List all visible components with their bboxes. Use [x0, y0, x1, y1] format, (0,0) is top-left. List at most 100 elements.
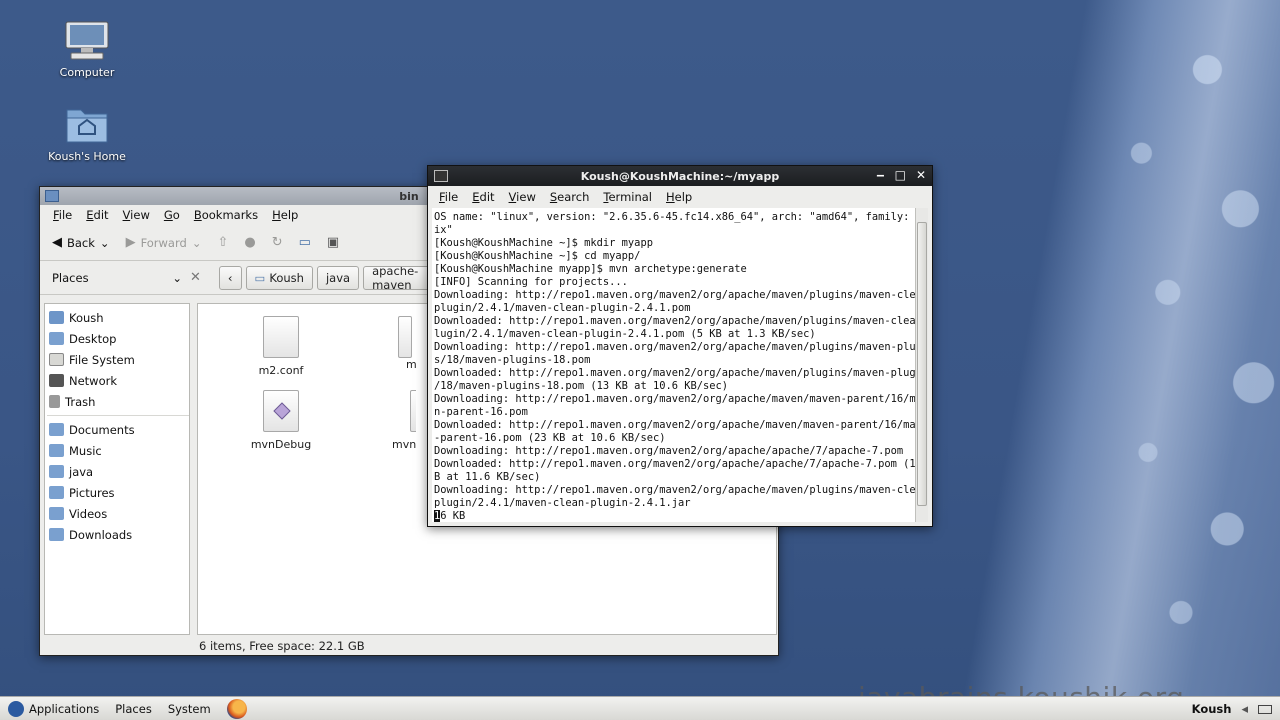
sidebar-item-music[interactable]: Music	[45, 440, 189, 461]
sidebar-item-file-system[interactable]: File System	[45, 349, 189, 370]
places-menu[interactable]: Places	[107, 702, 160, 716]
terminal-output[interactable]: OS name: "linux", version: "2.6.35.6-45.…	[432, 208, 916, 522]
menu-go[interactable]: Go	[157, 208, 187, 222]
close-icon[interactable]: ✕	[916, 168, 926, 182]
file-label: mvnD	[392, 438, 416, 451]
volume-icon[interactable]: ◂	[1241, 702, 1248, 717]
terminal-line: plugin/2.4.1/maven-clean-plugin-2.4.1.po…	[434, 302, 691, 314]
minimize-icon[interactable]: ‒	[876, 168, 884, 182]
back-arrow-icon: ◀	[52, 235, 62, 250]
system-label: System	[167, 701, 211, 716]
menu-help[interactable]: Help	[265, 208, 305, 222]
computer-button[interactable]: ▣	[321, 231, 345, 254]
up-arrow-icon: ⇧	[217, 235, 229, 250]
forward-button[interactable]: ▶ Forward ⌄	[120, 231, 208, 254]
sidebar-item-label: Network	[69, 373, 118, 388]
back-label: Back	[67, 235, 95, 250]
breadcrumb-label: java	[325, 270, 351, 285]
chevron-down-icon: ⌄	[172, 270, 182, 285]
terminal-line: Downloaded: http://repo1.maven.org/maven…	[434, 419, 916, 431]
chevron-left-icon: ‹	[227, 270, 233, 285]
fedora-logo-icon	[8, 700, 24, 717]
stop-button[interactable]: ●	[238, 231, 261, 254]
text-file-icon	[410, 390, 416, 432]
desktop-icon-label: Computer	[59, 66, 115, 79]
terminal-line: 16 KB	[434, 510, 914, 522]
sidebar-item-label: Videos	[69, 506, 108, 521]
home-folder-icon: ▭	[254, 270, 266, 285]
terminal-titlebar[interactable]: Koush@KoushMachine:~/myapp ‒ □ ✕	[428, 166, 932, 186]
battery-icon[interactable]	[1258, 704, 1272, 714]
sidebar-item-java[interactable]: java	[45, 461, 189, 482]
sidebar-item-koush[interactable]: Koush	[45, 307, 189, 328]
menu-help[interactable]: Help	[659, 190, 699, 204]
sidebar-item-label: Pictures	[69, 485, 115, 500]
terminal-line: plugin/2.4.1/maven-clean-plugin-2.4.1.ja…	[434, 497, 691, 509]
file-label: mvnDebug	[250, 438, 312, 451]
file-item[interactable]: m2.conf	[241, 316, 321, 377]
menu-view[interactable]: View	[502, 190, 543, 204]
wallpaper-bubbles	[950, 0, 1280, 696]
folder-icon	[49, 444, 64, 457]
sidebar-item-downloads[interactable]: Downloads	[45, 524, 189, 545]
breadcrumb-java[interactable]: java	[316, 265, 360, 290]
terminal-line: OS name: "linux", version: "2.6.35.6-45.…	[434, 211, 916, 223]
applications-menu[interactable]: Applications	[0, 700, 107, 717]
up-button[interactable]: ⇧	[211, 231, 234, 254]
breadcrumb-back-button[interactable]: ‹	[218, 265, 242, 290]
sidebar-item-label: Koush	[69, 310, 104, 325]
file-item[interactable]: mvnDebug	[241, 390, 321, 451]
places-label: Places	[115, 701, 152, 716]
terminal-menubar: File Edit View Search Terminal Help	[428, 186, 932, 208]
terminal-scrollbar[interactable]	[915, 208, 928, 522]
sidebar-item-desktop[interactable]: Desktop	[45, 328, 189, 349]
menu-view[interactable]: View	[116, 208, 157, 222]
terminal-line: n-parent-16.pom	[434, 406, 528, 418]
maximize-icon[interactable]: □	[895, 168, 906, 182]
script-file-icon	[263, 390, 299, 432]
chevron-down-icon[interactable]: ⌄	[100, 236, 110, 250]
back-button[interactable]: ◀ Back ⌄	[46, 231, 116, 254]
breadcrumb-koush[interactable]: ▭ Koush	[245, 265, 313, 290]
folder-icon	[49, 486, 64, 499]
scrollbar-thumb[interactable]	[917, 222, 927, 506]
terminal-icon	[434, 170, 448, 182]
sidebar-item-trash[interactable]: Trash	[45, 391, 189, 412]
reload-button[interactable]: ↻	[266, 231, 289, 254]
sidebar-item-documents[interactable]: Documents	[45, 419, 189, 440]
text-file-icon	[398, 316, 412, 358]
menu-search[interactable]: Search	[543, 190, 597, 204]
menu-terminal[interactable]: Terminal	[596, 190, 659, 204]
user-name[interactable]: Koush	[1192, 702, 1232, 716]
menu-edit[interactable]: Edit	[465, 190, 501, 204]
terminal-line-text: 6 KB	[440, 510, 466, 522]
taskbar: Applications Places System Koush ◂	[0, 696, 1280, 720]
reload-icon: ↻	[271, 235, 283, 250]
file-item[interactable]: m	[398, 316, 416, 371]
desktop-icon-home[interactable]: Koush's Home	[42, 104, 132, 163]
sidebar-item-pictures[interactable]: Pictures	[45, 482, 189, 503]
menu-edit[interactable]: Edit	[79, 208, 115, 222]
home-folder-icon	[49, 311, 64, 324]
close-sidebar-icon[interactable]: ✕	[190, 270, 201, 285]
terminal-window: Koush@KoushMachine:~/myapp ‒ □ ✕ File Ed…	[427, 165, 933, 527]
chevron-down-icon[interactable]: ⌄	[192, 236, 202, 250]
folder-icon	[49, 528, 64, 541]
places-label: Places	[52, 270, 89, 285]
breadcrumb-label: Koush	[269, 270, 304, 285]
terminal-line: /18/maven-plugins-18.pom (13 KB at 10.6 …	[434, 380, 729, 392]
terminal-line: Downloading: http://repo1.maven.org/mave…	[434, 484, 916, 496]
system-menu[interactable]: System	[160, 702, 219, 716]
places-selector[interactable]: Places ⌄	[40, 271, 190, 285]
menu-file[interactable]: File	[46, 208, 79, 222]
drive-icon	[49, 353, 64, 366]
sidebar-item-videos[interactable]: Videos	[45, 503, 189, 524]
menu-bookmarks[interactable]: Bookmarks	[187, 208, 265, 222]
firefox-launcher[interactable]	[219, 698, 255, 719]
sidebar-item-network[interactable]: Network	[45, 370, 189, 391]
desktop-icon-computer[interactable]: Computer	[42, 20, 132, 79]
menu-file[interactable]: File	[432, 190, 465, 204]
home-button[interactable]: ▭	[293, 231, 317, 254]
file-item[interactable]: mvnD	[392, 390, 416, 451]
terminal-line: Downloaded: http://repo1.maven.org/maven…	[434, 367, 916, 379]
